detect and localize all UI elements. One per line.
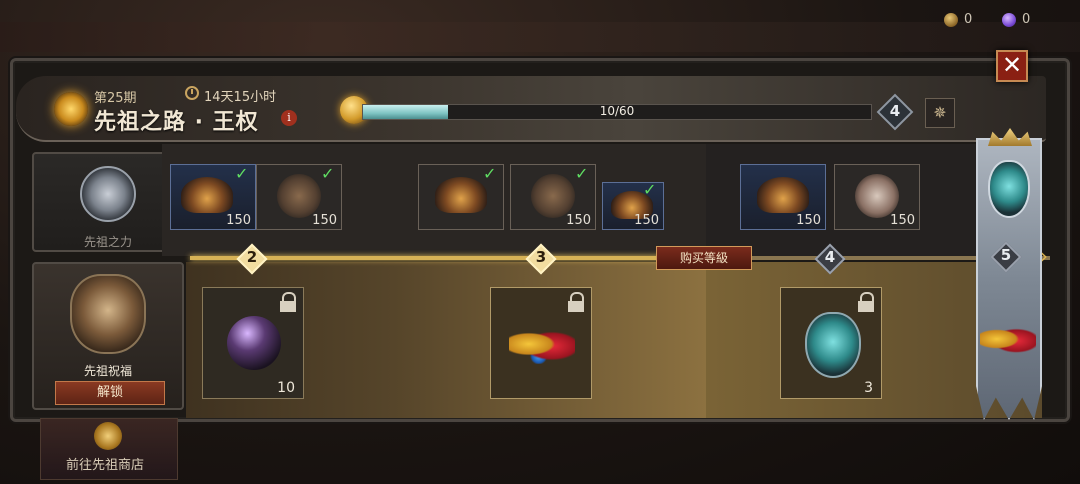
lock-icon xyxy=(567,292,585,312)
reward-slot[interactable]: ✓ 150 xyxy=(510,164,596,230)
reward-count: 150 xyxy=(566,213,591,228)
gold-coin-icon xyxy=(944,12,958,27)
claimed-check-icon: ✓ xyxy=(235,164,249,183)
ancestor-shop-label: 前往先祖商店 xyxy=(66,458,145,473)
shield-icon xyxy=(277,174,321,218)
tier-progress-line xyxy=(190,256,720,260)
tier-number: 2 xyxy=(246,248,258,266)
reward-count: 10 xyxy=(277,380,295,396)
tier-number: 4 xyxy=(824,248,836,266)
premium-reward-slot[interactable] xyxy=(490,287,592,399)
reward-slot[interactable]: ✓ 150 xyxy=(256,164,342,230)
tier-number: 5 xyxy=(1000,246,1012,264)
current-level-number: 4 xyxy=(889,102,901,120)
ancestor-mask-icon xyxy=(988,160,1030,218)
reward-count: 150 xyxy=(226,213,251,228)
ancestor-mask-icon xyxy=(805,312,861,378)
helmet-icon xyxy=(757,177,809,213)
time-remaining: 14天15小时 xyxy=(204,90,277,105)
clock-icon xyxy=(185,86,199,100)
level-progress-bar: 10/60 xyxy=(362,104,872,120)
lock-icon xyxy=(857,292,875,312)
shield-icon xyxy=(855,174,899,218)
shield-icon xyxy=(531,174,575,218)
currency-gold-amount: 0 xyxy=(964,12,973,27)
reward-count: 150 xyxy=(634,213,659,228)
ancestor-power-emblem-icon xyxy=(80,166,136,222)
claimed-check-icon: ✓ xyxy=(643,180,657,199)
tier-number: 3 xyxy=(535,248,547,266)
reward-slot[interactable]: ✓ xyxy=(418,164,504,230)
claimed-check-icon: ✓ xyxy=(575,164,589,183)
event-title: 先祖之路 · 王权 xyxy=(94,110,259,135)
ancestor-power-label: 先祖之力 xyxy=(84,235,133,249)
helmet-icon xyxy=(181,177,233,213)
buy-level-button[interactable]: 购买等級 xyxy=(656,246,752,270)
ancestor-blessing-helm-icon xyxy=(70,274,146,354)
currency-gold: 0 xyxy=(944,12,972,27)
purple-orb-icon xyxy=(1002,12,1016,27)
premium-reward-slot[interactable]: 10 xyxy=(202,287,304,399)
reward-count: 3 xyxy=(864,380,873,396)
currency-purple-amount: 0 xyxy=(1022,12,1031,27)
ancestor-blessing-label: 先祖祝福 xyxy=(84,364,133,378)
claimed-check-icon: ✓ xyxy=(483,164,497,183)
reward-slot[interactable]: 150 xyxy=(740,164,826,230)
reward-slot[interactable]: ✓ 150 xyxy=(170,164,256,230)
season-emblem-icon xyxy=(54,92,88,126)
reward-slot[interactable]: 150 xyxy=(834,164,920,230)
reward-slot[interactable]: ✓ 150 xyxy=(602,180,664,230)
currency-purple: 0 xyxy=(1002,12,1030,27)
shop-emblem-icon xyxy=(94,422,122,450)
unlock-button[interactable]: 解锁 xyxy=(55,381,165,405)
gem-bundle-icon xyxy=(509,324,575,364)
reward-count: 150 xyxy=(312,213,337,228)
gem-bundle-icon xyxy=(980,322,1036,356)
background-strip xyxy=(0,22,1080,52)
premium-reward-row xyxy=(186,262,1042,418)
claimed-check-icon: ✓ xyxy=(321,164,335,183)
lock-icon xyxy=(279,292,297,312)
reward-count: 150 xyxy=(890,213,915,228)
premium-reward-slot[interactable]: 3 xyxy=(780,287,882,399)
helmet-icon xyxy=(435,177,487,213)
chevron-right-icon[interactable]: › xyxy=(1040,246,1054,266)
dark-orb-icon xyxy=(227,316,281,370)
level-progress-text: 10/60 xyxy=(599,104,635,118)
compass-button[interactable]: ✵ xyxy=(925,98,955,128)
info-icon[interactable]: i xyxy=(281,110,297,126)
reward-count: 150 xyxy=(796,213,821,228)
close-button[interactable]: ✕ xyxy=(996,50,1028,82)
